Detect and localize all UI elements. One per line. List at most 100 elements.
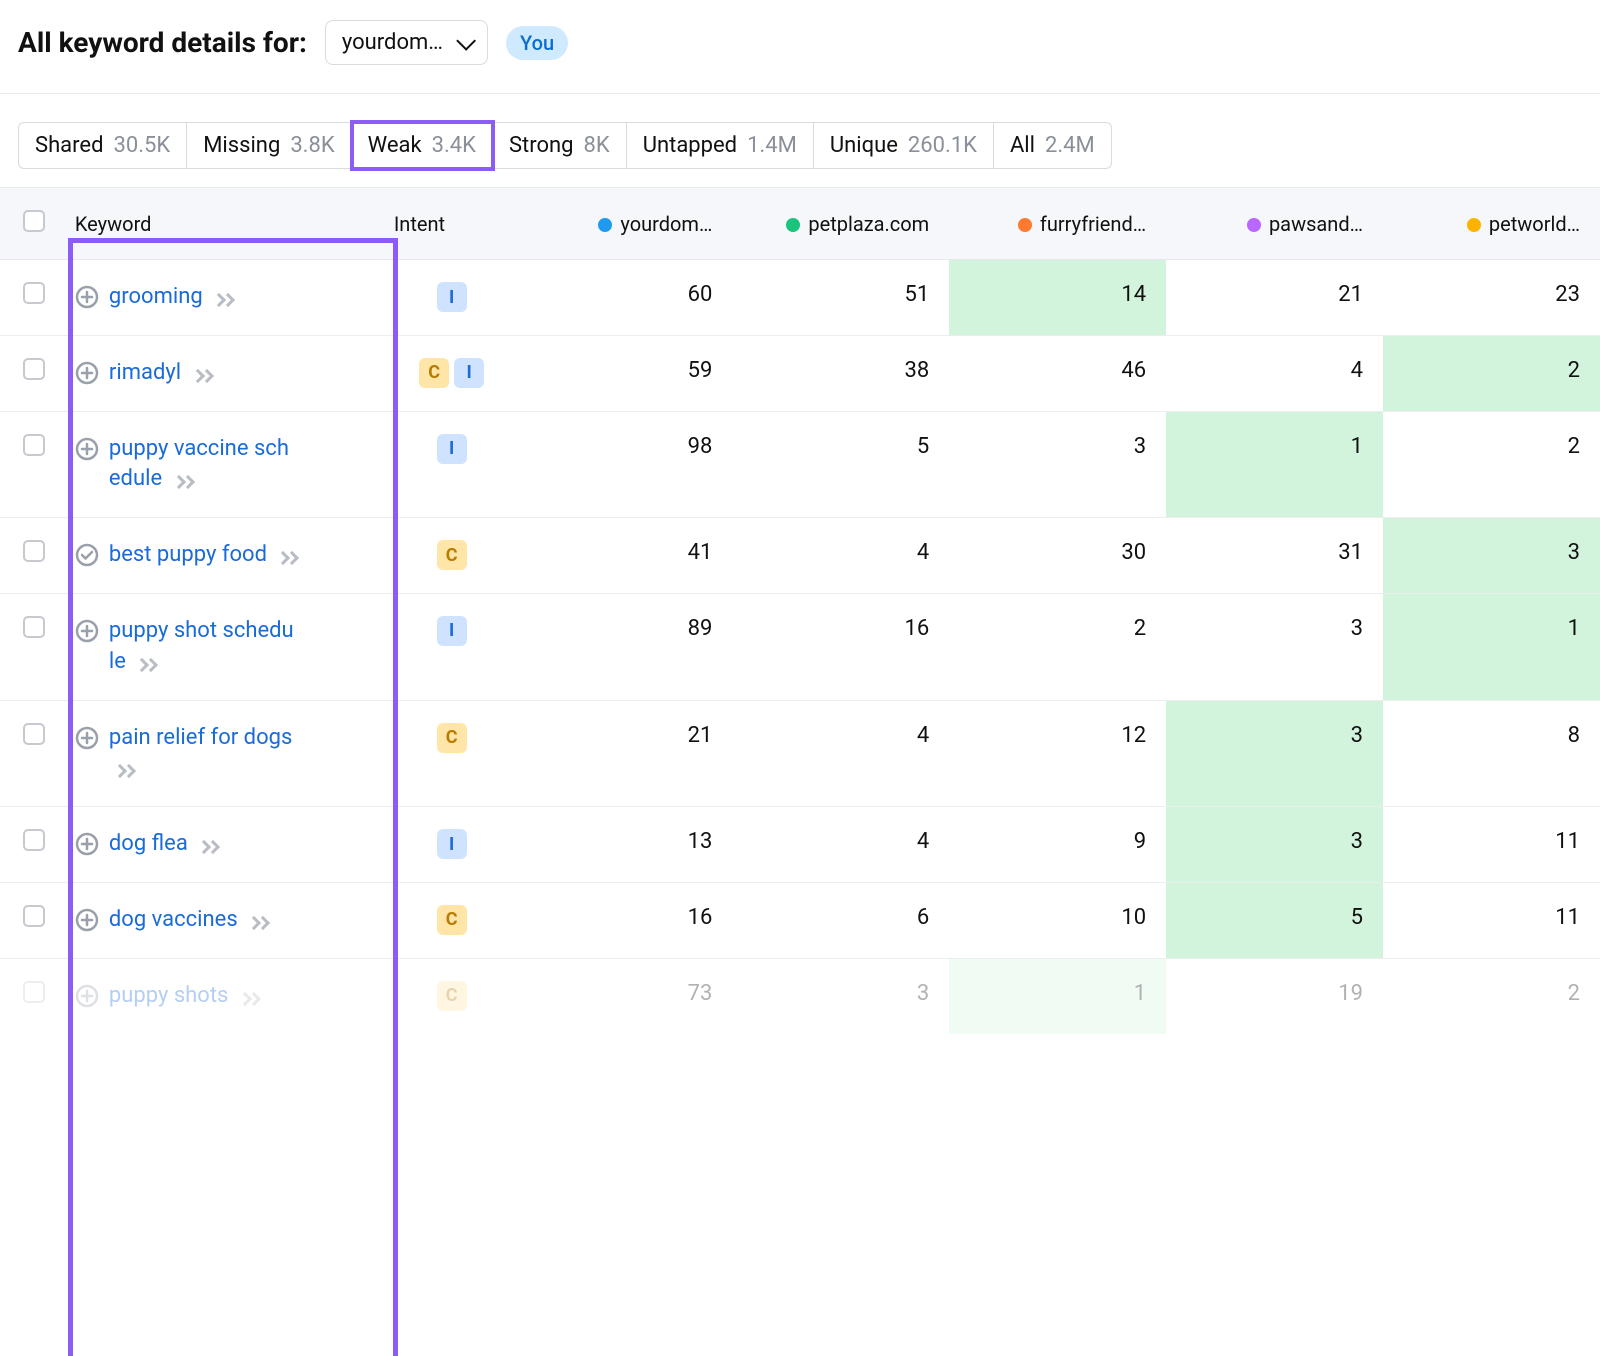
add-icon[interactable]: [75, 984, 99, 1008]
rank-cell: 11: [1383, 882, 1600, 958]
row-checkbox[interactable]: [23, 540, 45, 562]
row-checkbox[interactable]: [23, 616, 45, 638]
tab-label: Unique: [830, 133, 898, 158]
row-checkbox[interactable]: [23, 905, 45, 927]
rank-cell: 23: [1383, 260, 1600, 336]
add-icon[interactable]: [75, 361, 99, 385]
rank-cell: 5: [732, 411, 949, 518]
rank-cell: 1: [949, 958, 1166, 1033]
intent-badge-i: I: [437, 616, 467, 646]
rank-cell: 98: [515, 411, 732, 518]
row-checkbox[interactable]: [23, 282, 45, 304]
tab-strong[interactable]: Strong 8K: [493, 122, 627, 169]
table-row: pain relief for dogs C2141238: [0, 700, 1600, 807]
keyword-link[interactable]: pain relief for dogs: [109, 723, 299, 785]
table-row: grooming I 6051142123: [0, 260, 1600, 336]
add-icon[interactable]: [75, 619, 99, 643]
tab-missing[interactable]: Missing 3.8K: [187, 122, 351, 169]
rank-cell: 2: [949, 593, 1166, 700]
rank-cell: 51: [732, 260, 949, 336]
column-domain-3[interactable]: pawsand…: [1166, 188, 1383, 260]
tab-label: Missing: [203, 133, 280, 158]
tab-label: Untapped: [643, 133, 737, 158]
row-checkbox[interactable]: [23, 829, 45, 851]
tab-count: 30.5K: [113, 133, 170, 158]
table-row: puppy vaccine schedule I985312: [0, 411, 1600, 518]
keywords-table: Keyword Intent yourdom… petplaza.com fur…: [0, 187, 1600, 1034]
rank-cell: 2: [1383, 411, 1600, 518]
rank-cell: 73: [515, 958, 732, 1033]
intent-badge-i: I: [437, 829, 467, 859]
check-icon[interactable]: [75, 543, 99, 567]
rank-cell: 21: [1166, 260, 1383, 336]
double-chevron-icon: [193, 371, 212, 381]
keyword-link[interactable]: puppy shot schedule: [109, 616, 299, 678]
add-icon[interactable]: [75, 285, 99, 309]
keyword-link[interactable]: rimadyl: [109, 358, 212, 389]
rank-cell: 59: [515, 335, 732, 411]
rank-cell: 46: [949, 335, 1166, 411]
add-icon[interactable]: [75, 437, 99, 461]
column-domain-4[interactable]: petworld…: [1383, 188, 1600, 260]
intent-badge-c: C: [437, 981, 467, 1011]
rank-cell: 9: [949, 807, 1166, 883]
keyword-link[interactable]: dog vaccines: [109, 905, 268, 936]
rank-cell: 3: [1383, 518, 1600, 594]
row-checkbox[interactable]: [23, 723, 45, 745]
row-checkbox[interactable]: [23, 358, 45, 380]
double-chevron-icon: [137, 660, 156, 670]
rank-cell: 12: [949, 700, 1166, 807]
rank-cell: 4: [732, 518, 949, 594]
tab-count: 8K: [584, 133, 610, 158]
column-keyword[interactable]: Keyword: [69, 188, 388, 260]
rank-cell: 4: [732, 807, 949, 883]
tab-untapped[interactable]: Untapped 1.4M: [627, 122, 814, 169]
rank-cell: 11: [1383, 807, 1600, 883]
table-row: dog flea I1349311: [0, 807, 1600, 883]
table-row: puppy shot schedule I8916231: [0, 593, 1600, 700]
tab-count: 1.4M: [747, 133, 797, 158]
tab-count: 3.4K: [432, 133, 476, 158]
tab-label: Strong: [509, 133, 574, 158]
rank-cell: 3: [1166, 807, 1383, 883]
add-icon[interactable]: [75, 832, 99, 856]
tab-weak[interactable]: Weak3.4K: [352, 122, 493, 169]
rank-cell: 2: [1383, 335, 1600, 411]
rank-cell: 2: [1383, 958, 1600, 1033]
select-all-header: [0, 188, 69, 260]
keyword-link[interactable]: puppy vaccine schedule: [109, 434, 299, 496]
tab-all[interactable]: All2.4M: [994, 122, 1112, 169]
tab-unique[interactable]: Unique260.1K: [814, 122, 994, 169]
domain-select-dropdown[interactable]: yourdom…: [325, 20, 488, 65]
intent-badge-i: I: [437, 282, 467, 312]
intent-badge-c: C: [419, 358, 449, 388]
intent-badge-c: C: [437, 723, 467, 753]
table-row: puppy shots C7331192: [0, 958, 1600, 1033]
add-icon[interactable]: [75, 726, 99, 750]
add-icon[interactable]: [75, 908, 99, 932]
double-chevron-icon: [249, 918, 268, 928]
header: All keyword details for: yourdom… You: [0, 0, 1600, 93]
select-all-checkbox[interactable]: [23, 210, 45, 232]
tab-shared[interactable]: Shared 30.5K: [18, 122, 187, 169]
double-chevron-icon: [115, 766, 134, 776]
tab-count: 3.8K: [290, 133, 334, 158]
row-checkbox[interactable]: [23, 434, 45, 456]
rank-cell: 5: [1166, 882, 1383, 958]
rank-cell: 60: [515, 260, 732, 336]
column-domain-0[interactable]: yourdom…: [515, 188, 732, 260]
tab-label: Shared: [35, 133, 103, 158]
keyword-link[interactable]: grooming: [109, 282, 233, 313]
column-intent[interactable]: Intent: [388, 188, 516, 260]
rank-cell: 8: [1383, 700, 1600, 807]
keyword-link[interactable]: best puppy food: [109, 540, 298, 571]
rank-cell: 1: [1166, 411, 1383, 518]
double-chevron-icon: [278, 553, 297, 563]
rank-cell: 14: [949, 260, 1166, 336]
keyword-link[interactable]: dog flea: [109, 829, 218, 860]
column-domain-1[interactable]: petplaza.com: [732, 188, 949, 260]
rank-cell: 21: [515, 700, 732, 807]
row-checkbox[interactable]: [23, 981, 45, 1003]
column-domain-2[interactable]: furryfriend…: [949, 188, 1166, 260]
keyword-link[interactable]: puppy shots: [109, 981, 259, 1012]
